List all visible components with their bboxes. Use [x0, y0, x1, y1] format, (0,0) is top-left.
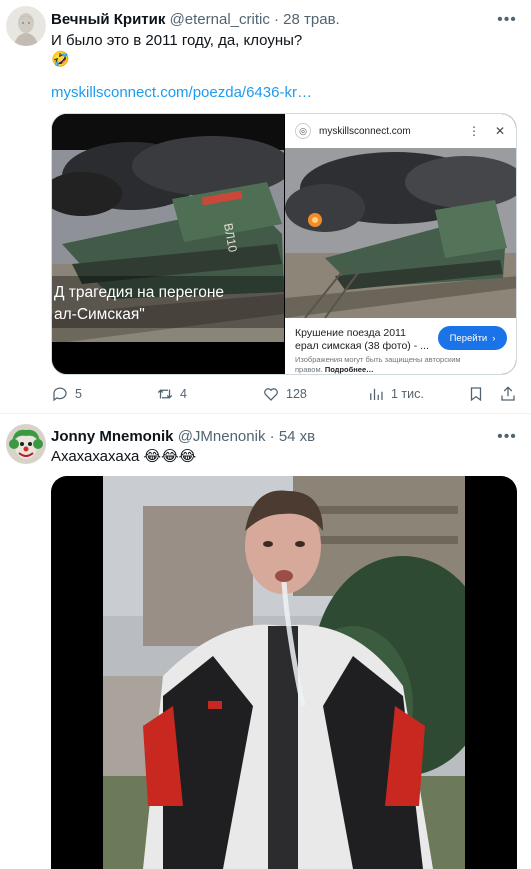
tweet-emoji: 😂😂😂	[143, 448, 197, 465]
tweet-time[interactable]: 28 трав.	[283, 11, 340, 28]
lens-site-name[interactable]: myskillsconnect.com	[319, 126, 456, 137]
lens-note-text: Изображения могут быть защищены авторски…	[295, 355, 461, 374]
chevron-right-icon: ›	[492, 332, 496, 344]
media-card[interactable]: ВЛ10 Д трагедия на перегоне ал-Симская" …	[51, 113, 517, 375]
media-image-left[interactable]: ВЛ10 Д трагедия на перегоне ал-Симская"	[52, 114, 284, 374]
reply-button[interactable]: 5	[51, 385, 82, 403]
lens-go-label: Перейти	[449, 332, 488, 344]
author-avatar[interactable]	[6, 424, 46, 464]
bookmark-icon	[470, 387, 482, 402]
author-handle[interactable]: @JMnenonik	[178, 428, 266, 445]
more-icon[interactable]: •••	[497, 10, 517, 30]
tweet-emoji: 🤣	[51, 51, 70, 68]
tweet-header: Вечный Критик @eternal_critic · 28 трав.	[51, 11, 340, 28]
separator-dot: ·	[269, 428, 275, 445]
reply-count: 5	[75, 387, 82, 401]
site-globe-icon: ◎	[295, 123, 311, 139]
tweet-time[interactable]: 54 хв	[279, 428, 315, 445]
tweet-link[interactable]: myskillsconnect.com/poezda/6436-kr…	[51, 84, 312, 101]
lens-header: ◎ myskillsconnect.com ⋮ ✕	[285, 114, 516, 148]
overlay-caption-line2: ал-Симская"	[54, 306, 145, 323]
lens-train-photo	[285, 148, 516, 318]
separator-dot: ·	[274, 11, 279, 28]
lens-go-button[interactable]: Перейти ›	[438, 326, 507, 350]
tweet[interactable]: Jonny Mnemonik @JMnenonik · 54 хв ••• Ах…	[0, 415, 531, 869]
views-count: 1 тис.	[391, 387, 424, 401]
overlay-caption-line1: Д трагедия на перегоне	[54, 284, 224, 301]
media-video[interactable]	[51, 476, 517, 869]
lens-copyright-note: Изображения могут быть защищены авторски…	[295, 355, 465, 374]
lens-options-icon[interactable]: ⋮	[466, 124, 482, 138]
tweet-text: Ахахахахаха 😂😂😂	[51, 447, 196, 467]
share-icon	[501, 386, 515, 401]
avatar-clown-icon	[6, 424, 46, 464]
author-name[interactable]: Jonny Mnemonik	[51, 428, 174, 445]
repost-icon	[157, 389, 173, 399]
share-button[interactable]	[499, 385, 517, 403]
lens-note-more-link[interactable]: Подробнее…	[325, 365, 374, 374]
like-button[interactable]: 128	[262, 385, 307, 403]
bookmark-button[interactable]	[467, 385, 485, 403]
reply-icon	[53, 387, 67, 402]
repost-button[interactable]: 4	[156, 385, 187, 403]
repost-count: 4	[180, 387, 187, 401]
author-avatar[interactable]	[6, 6, 46, 46]
like-icon	[264, 388, 278, 401]
author-handle[interactable]: @eternal_critic	[170, 11, 270, 28]
tweet-actions: 5 4 128 1 тис.	[51, 385, 517, 405]
media-image-right[interactable]: ◎ myskillsconnect.com ⋮ ✕ Крушение поезд…	[285, 114, 516, 374]
views-icon	[370, 388, 383, 400]
views-button[interactable]: 1 тис.	[367, 385, 424, 403]
author-name[interactable]: Вечный Критик	[51, 11, 165, 28]
tweet-text-body: Ахахахахаха	[51, 448, 140, 465]
video-still-person	[103, 476, 465, 869]
lens-result-title[interactable]: Крушение поезда 2011 ерал симская (38 фо…	[295, 327, 430, 353]
like-count: 128	[286, 387, 307, 401]
train-crash-photo: ВЛ10 Д трагедия на перегоне ал-Симская"	[52, 114, 284, 374]
video-frame	[103, 476, 465, 869]
more-icon[interactable]: •••	[497, 427, 517, 447]
lens-close-icon[interactable]: ✕	[492, 124, 508, 138]
tweet-header: Jonny Mnemonik @JMnenonik · 54 хв	[51, 428, 315, 445]
tweet-text: И было это в 2011 году, да, клоуны?	[51, 32, 303, 49]
tweet[interactable]: Вечный Критик @eternal_critic · 28 трав.…	[0, 0, 531, 414]
avatar-statue-icon	[6, 6, 46, 46]
